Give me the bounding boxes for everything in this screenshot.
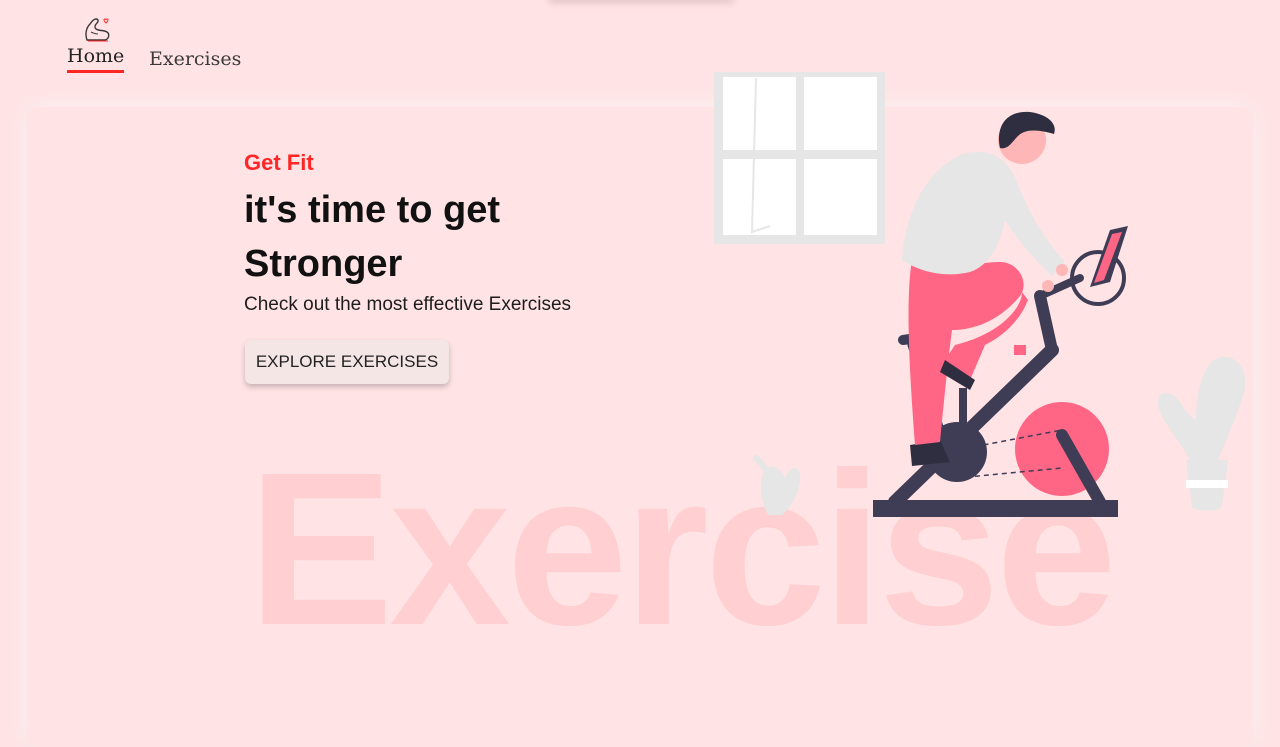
hero-headline-line2: Stronger [244,243,403,285]
hero-kicker: Get Fit [244,150,314,175]
hero-subtitle: Check out the most effective Exercises [244,294,572,315]
nav-home-link[interactable]: Home [67,45,125,73]
large-plant-graphic [1157,356,1246,511]
small-plant-graphic [753,455,801,515]
explore-exercises-button[interactable]: EXPLORE EXERCISES [245,340,449,384]
exercise-bike-illustration [714,72,1246,517]
logo-flexed-arm-icon[interactable] [82,14,112,44]
hero-headline: it's time to get Stronger [244,183,664,291]
window-graphic [714,72,885,244]
nav-exercises-link[interactable]: Exercises [149,48,241,70]
hero-headline-line1: it's time to get [244,189,501,231]
